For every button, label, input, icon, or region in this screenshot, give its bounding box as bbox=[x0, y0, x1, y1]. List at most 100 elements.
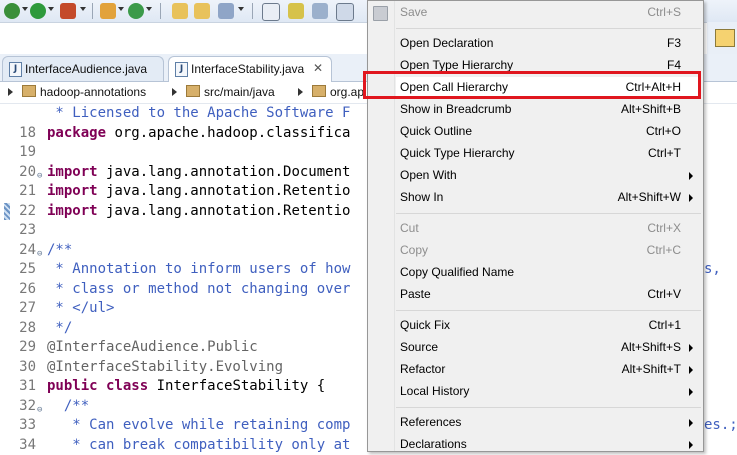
menu-item-shortcut: Alt+Shift+T bbox=[622, 362, 681, 376]
open-folder-icon[interactable] bbox=[172, 3, 188, 19]
menu-item-references[interactable]: References bbox=[396, 412, 701, 433]
highlight-icon[interactable] bbox=[288, 3, 304, 19]
run-icon[interactable] bbox=[30, 3, 46, 19]
chevron-right-icon[interactable] bbox=[172, 88, 177, 96]
code-text: @InterfaceStability.Evolving bbox=[47, 358, 283, 378]
java-file-icon: J bbox=[175, 62, 188, 77]
code-text: import java.lang.annotation.Document bbox=[47, 163, 350, 183]
chevron-right-icon[interactable] bbox=[8, 88, 13, 96]
menu-item-show-in[interactable]: Show InAlt+Shift+W bbox=[396, 187, 701, 208]
context-menu: SaveCtrl+SOpen DeclarationF3Open Type Hi… bbox=[367, 0, 704, 452]
search-dropdown-icon[interactable] bbox=[238, 7, 244, 11]
code-text: /** bbox=[47, 397, 89, 417]
breadcrumb-item[interactable]: org.ap bbox=[312, 85, 364, 99]
menu-item-open-with[interactable]: Open With bbox=[396, 165, 701, 186]
tab-interface-audience[interactable]: J InterfaceAudience.java bbox=[2, 56, 164, 81]
run-dropdown-icon[interactable] bbox=[48, 7, 54, 11]
line-number: 30 bbox=[8, 358, 36, 378]
new-java-project-icon[interactable] bbox=[100, 3, 116, 19]
menu-icon-gutter bbox=[368, 1, 395, 451]
debug-dropdown-icon[interactable] bbox=[22, 7, 28, 11]
code-text: * Annotation to inform users of how bbox=[47, 260, 350, 280]
menu-item-shortcut: Ctrl+C bbox=[647, 243, 681, 257]
menu-separator bbox=[396, 28, 701, 29]
menu-item-shortcut: Alt+Shift+W bbox=[618, 190, 681, 204]
perspective-bar bbox=[707, 22, 737, 54]
menu-item-quick-fix[interactable]: Quick FixCtrl+1 bbox=[396, 315, 701, 336]
code-text: public class InterfaceStability { bbox=[47, 377, 325, 397]
code-text: /** bbox=[47, 241, 72, 261]
java-perspective-icon[interactable] bbox=[715, 29, 735, 47]
external-tools-dropdown-icon[interactable] bbox=[80, 7, 86, 11]
package-icon bbox=[312, 85, 326, 97]
new-java-project-dropdown-icon[interactable] bbox=[118, 7, 124, 11]
submenu-arrow-icon bbox=[689, 194, 693, 202]
line-number: 34 bbox=[8, 436, 36, 455]
search-icon[interactable] bbox=[218, 3, 234, 19]
close-icon[interactable]: ✕ bbox=[313, 61, 323, 75]
chevron-right-icon[interactable] bbox=[298, 88, 303, 96]
submenu-arrow-icon bbox=[689, 441, 693, 449]
menu-item-label: Quick Type Hierarchy bbox=[400, 146, 515, 160]
line-number: 23 bbox=[8, 221, 36, 241]
submenu-arrow-icon bbox=[689, 366, 693, 374]
menu-item-shortcut: Ctrl+1 bbox=[649, 318, 681, 332]
menu-item-refactor[interactable]: RefactorAlt+Shift+T bbox=[396, 359, 701, 380]
menu-item-show-in-breadcrumb[interactable]: Show in Breadcrumb Alt+Shift+B bbox=[396, 99, 701, 120]
code-text: import java.lang.annotation.Retentio bbox=[47, 202, 350, 222]
toggle-mark-icon[interactable] bbox=[262, 3, 280, 21]
menu-item-label: Local History bbox=[400, 384, 469, 398]
line-number: 24 bbox=[8, 241, 36, 261]
block-selection-icon[interactable] bbox=[336, 3, 354, 21]
menu-item-shortcut: Ctrl+V bbox=[647, 287, 681, 301]
debug-icon[interactable] bbox=[4, 3, 20, 19]
submenu-arrow-icon bbox=[689, 344, 693, 352]
menu-item-label: Paste bbox=[400, 287, 431, 301]
external-tools-icon[interactable] bbox=[60, 3, 76, 19]
code-text-overflow: es.; bbox=[704, 416, 737, 436]
submenu-arrow-icon bbox=[689, 388, 693, 396]
new-class-icon[interactable] bbox=[128, 3, 144, 19]
toolbar-separator bbox=[92, 3, 93, 19]
line-number: 27 bbox=[8, 299, 36, 319]
code-text-overflow: s, bbox=[704, 260, 737, 280]
code-text: * class or method not changing over bbox=[47, 280, 350, 300]
line-number: 20 bbox=[8, 163, 36, 183]
code-text: import java.lang.annotation.Retentio bbox=[47, 182, 350, 202]
menu-item-quick-outline[interactable]: Quick OutlineCtrl+O bbox=[396, 121, 701, 142]
menu-item-quick-type-hierarchy[interactable]: Quick Type Hierarchy Ctrl+T bbox=[396, 143, 701, 164]
open-type-icon[interactable] bbox=[194, 3, 210, 19]
menu-item-local-history[interactable]: Local History bbox=[396, 381, 701, 402]
line-number: 18 bbox=[8, 124, 36, 144]
code-text: * </ul> bbox=[47, 299, 114, 319]
menu-item-shortcut: Ctrl+O bbox=[646, 124, 681, 138]
menu-item-shortcut: Ctrl+T bbox=[648, 146, 681, 160]
menu-item-source[interactable]: Source Alt+Shift+S bbox=[396, 337, 701, 358]
menu-item-label: Source bbox=[400, 340, 438, 354]
menu-item-label: Copy Qualified Name bbox=[400, 265, 514, 279]
menu-item-label: Open Type Hierarchy bbox=[400, 58, 513, 72]
menu-item-shortcut: Ctrl+S bbox=[647, 5, 681, 19]
menu-item-label: Cut bbox=[400, 221, 419, 235]
menu-item-declarations[interactable]: Declarations bbox=[396, 434, 701, 455]
highlight-annotation-box bbox=[363, 71, 701, 99]
menu-item-label: Copy bbox=[400, 243, 428, 257]
breadcrumb-item[interactable]: src/main/java bbox=[186, 85, 275, 99]
tab-interface-stability[interactable]: J InterfaceStability.java ✕ bbox=[168, 56, 332, 82]
menu-item-label: Show in Breadcrumb bbox=[400, 102, 511, 116]
menu-item-shortcut: Alt+Shift+S bbox=[621, 340, 681, 354]
menu-item-open-declaration[interactable]: Open DeclarationF3 bbox=[396, 33, 701, 54]
menu-item-shortcut: Alt+Shift+B bbox=[621, 102, 681, 116]
menu-item-label: Declarations bbox=[400, 437, 467, 451]
submenu-arrow-icon bbox=[689, 419, 693, 427]
menu-separator bbox=[396, 310, 701, 311]
show-whitespace-icon[interactable] bbox=[312, 3, 328, 19]
menu-item-shortcut: Ctrl+X bbox=[647, 221, 681, 235]
breadcrumb-item[interactable]: hadoop-annotations bbox=[22, 85, 146, 99]
menu-item-paste[interactable]: Paste Ctrl+V bbox=[396, 284, 701, 305]
menu-item-copy-qualified-name[interactable]: Copy Qualified Name bbox=[396, 262, 701, 283]
code-text: * Can evolve while retaining comp bbox=[47, 416, 350, 436]
line-number: 22 bbox=[8, 202, 36, 222]
toolbar-separator bbox=[160, 3, 161, 19]
new-class-dropdown-icon[interactable] bbox=[146, 7, 152, 11]
